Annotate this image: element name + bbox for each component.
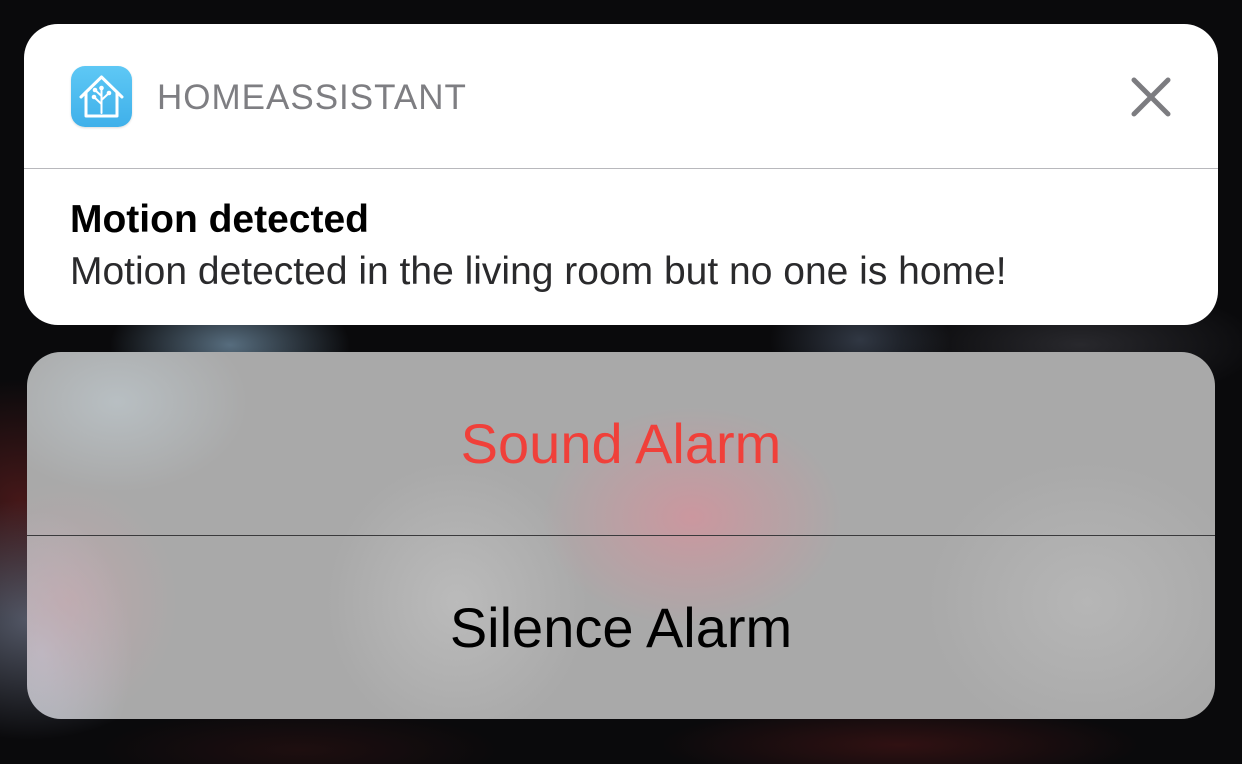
app-name: HOMEASSISTANT — [157, 78, 467, 117]
home-assistant-icon — [71, 66, 132, 127]
sound-alarm-button[interactable]: Sound Alarm — [27, 352, 1215, 535]
notification-body: Motion detected in the living room but n… — [70, 250, 1007, 293]
notification-title: Motion detected — [70, 198, 369, 241]
notification-card[interactable]: HOMEASSISTANT Motion detected Motion det… — [24, 24, 1218, 325]
notification-header: HOMEASSISTANT — [24, 24, 1218, 169]
notification-actions: Sound Alarm Silence Alarm — [27, 352, 1215, 719]
close-icon[interactable] — [1124, 70, 1178, 124]
silence-alarm-button[interactable]: Silence Alarm — [27, 536, 1215, 719]
